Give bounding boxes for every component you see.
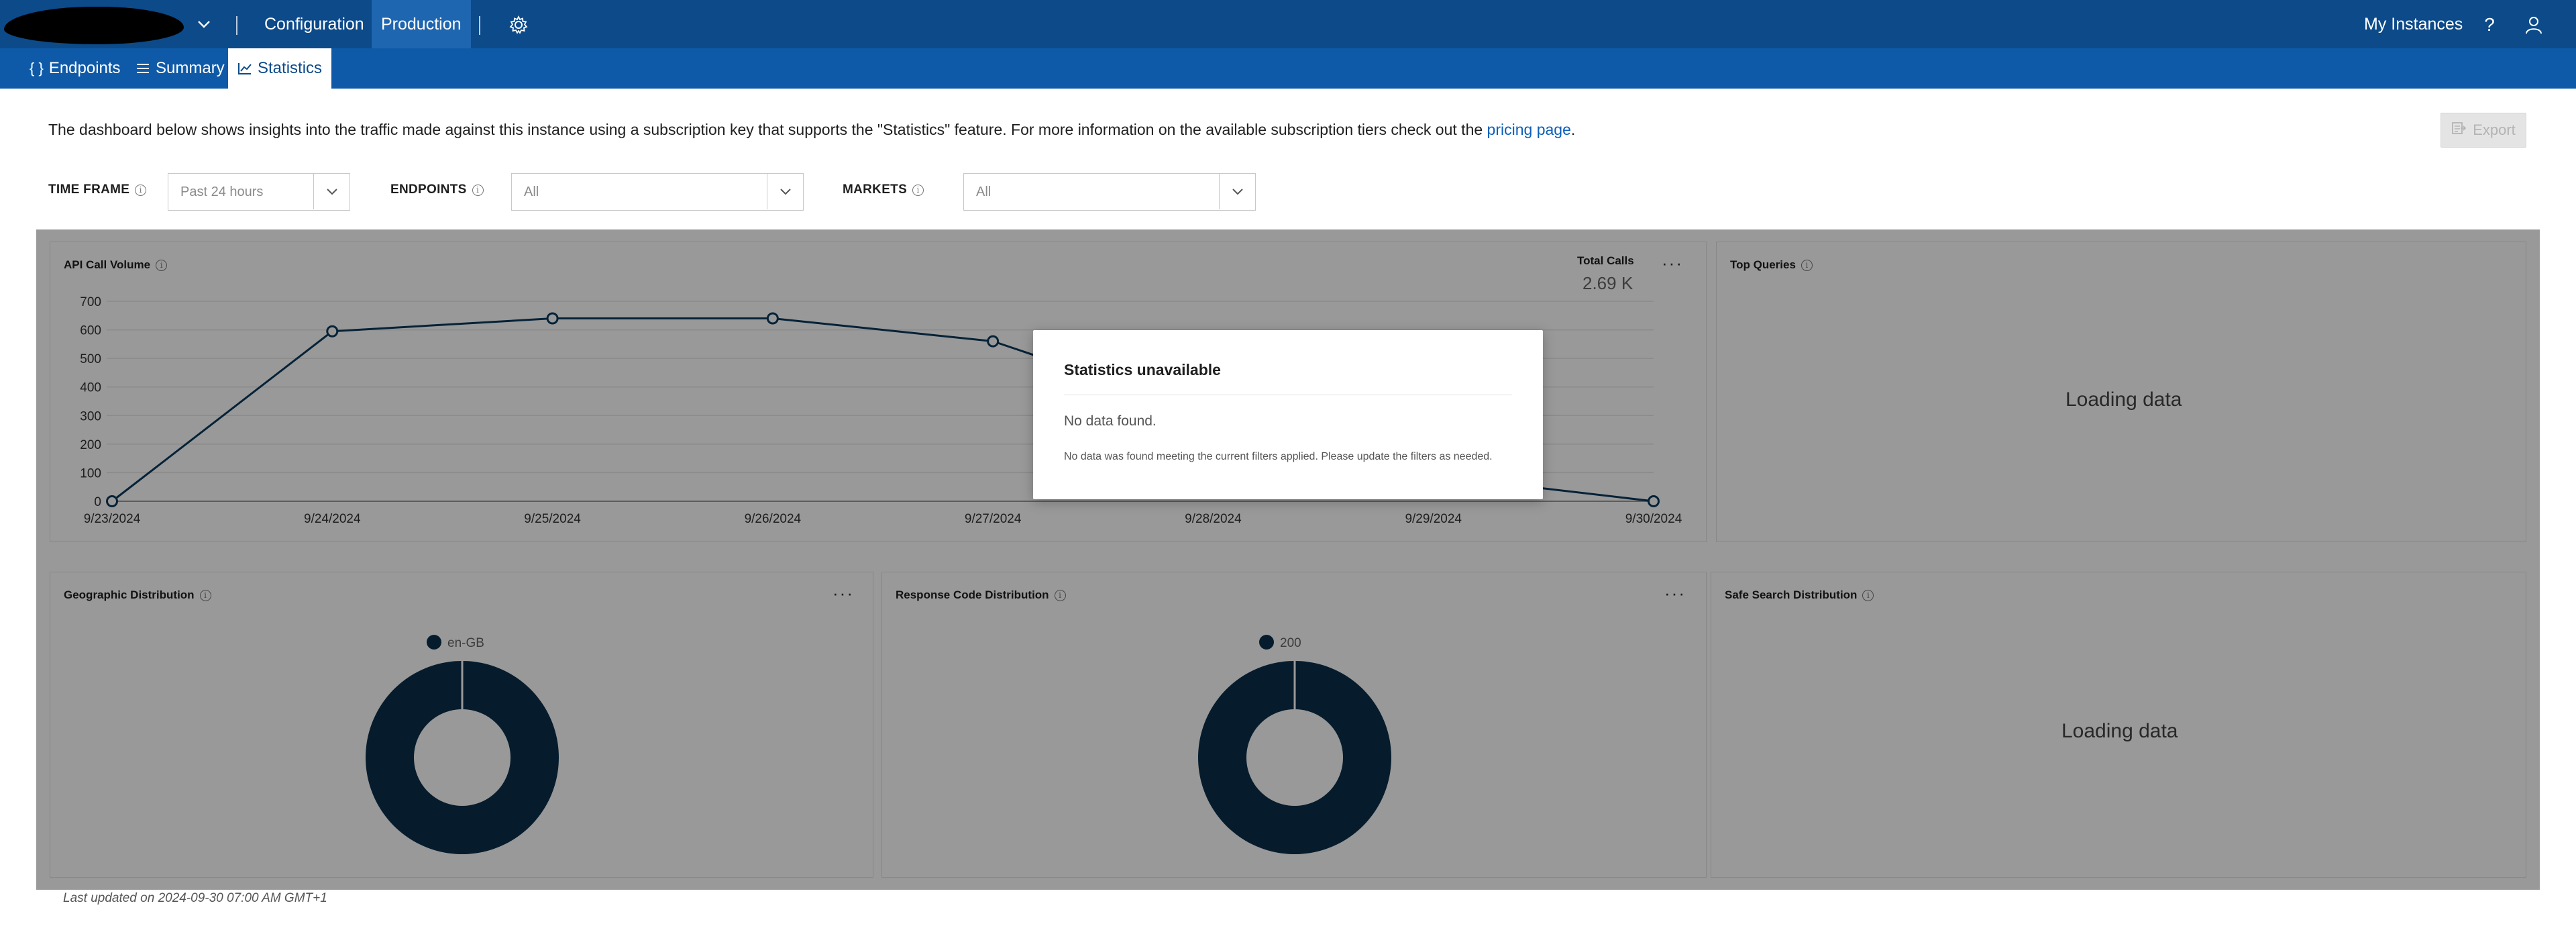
help-icon[interactable]: ? [2479,14,2500,35]
filter-endpoints-label: ENDPOINTS i [390,183,484,197]
info-text: The dashboard below shows insights into … [48,121,1575,139]
redacted-instance-name[interactable] [4,7,184,44]
timeframe-select[interactable]: Past 24 hours [168,173,350,211]
markets-value: All [976,184,991,199]
filter-label-text: TIME FRAME [48,183,130,197]
export-icon [2451,121,2467,140]
filter-label-text: ENDPOINTS [390,183,467,197]
top-bar: Configuration Production My Instances ? [0,0,2576,48]
info-icon[interactable]: i [472,184,484,196]
gear-icon[interactable] [508,15,529,35]
nav-production[interactable]: Production [372,0,471,48]
tab-summary[interactable]: Summary [126,48,234,89]
chevron-down-icon [1219,174,1255,209]
braces-icon: { } [30,60,44,76]
user-icon[interactable] [2524,15,2544,35]
endpoints-select[interactable]: All [511,173,804,211]
modal-backdrop[interactable] [36,229,2540,890]
chevron-down-icon [313,174,350,209]
timeframe-value: Past 24 hours [180,184,264,199]
my-instances-link[interactable]: My Instances [2364,0,2463,48]
export-button[interactable]: Export [2440,113,2526,148]
endpoints-value: All [524,184,539,199]
tab-statistics[interactable]: Statistics [228,48,332,89]
chevron-down-icon [767,174,803,209]
tab-label: Endpoints [48,59,121,77]
list-icon [136,62,150,74]
divider [479,16,480,35]
dialog-message: No data was found meeting the current fi… [1064,451,1493,462]
tab-label: Summary [156,59,225,77]
chart-icon [237,62,252,75]
filter-timeframe-label: TIME FRAME i [48,183,147,197]
last-updated-text: Last updated on 2024-09-30 07:00 AM GMT+… [63,891,327,905]
info-body: The dashboard below shows insights into … [48,121,1487,138]
filter-label-text: MARKETS [843,183,908,197]
tab-label: Statistics [258,59,323,77]
chevron-down-icon[interactable] [195,15,213,34]
dialog-subtitle: No data found. [1064,413,1157,429]
export-label: Export [2473,121,2516,138]
statistics-unavailable-dialog: Statistics unavailable No data found. No… [1033,330,1543,499]
info-suffix: . [1570,121,1576,138]
tab-bar: { } Endpoints Summary Statistics [0,48,2576,89]
nav-configuration[interactable]: Configuration [255,0,374,48]
tab-endpoints[interactable]: { } Endpoints [20,48,130,89]
divider [236,16,237,35]
markets-select[interactable]: All [963,173,1256,211]
info-icon[interactable]: i [912,184,924,196]
pricing-page-link[interactable]: pricing page [1487,121,1571,138]
dialog-title: Statistics unavailable [1064,361,1221,378]
info-icon[interactable]: i [135,184,147,196]
filter-markets-label: MARKETS i [843,183,924,197]
